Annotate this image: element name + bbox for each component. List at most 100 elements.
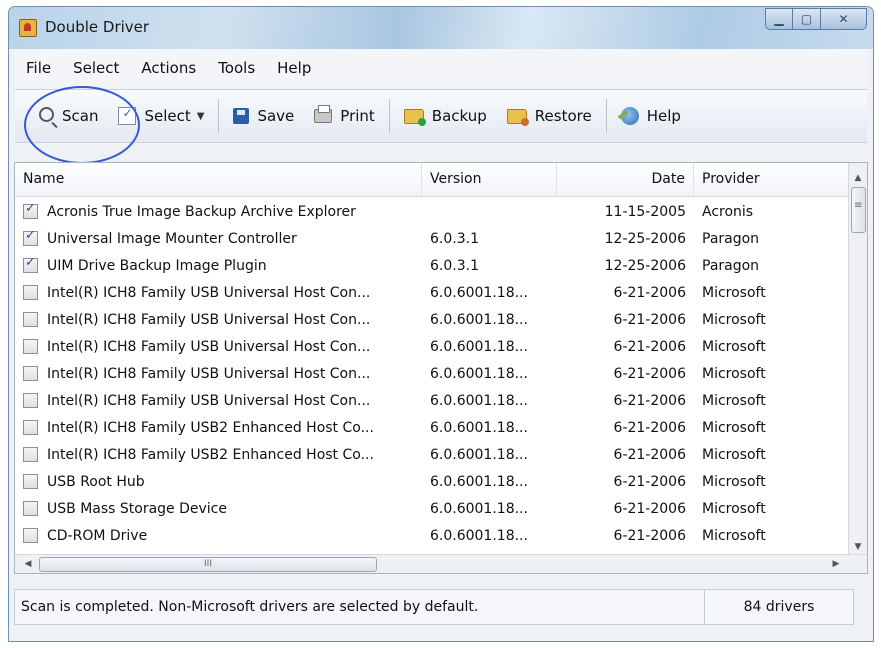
row-checkbox[interactable] — [23, 231, 38, 246]
cell-name: Acronis True Image Backup Archive Explor… — [15, 204, 422, 220]
table-row[interactable]: Intel(R) ICH8 Family USB Universal Host … — [15, 279, 850, 306]
driver-version: 6.0.6001.18... — [430, 365, 528, 382]
driver-version: 6.0.6001.18... — [430, 473, 528, 490]
driver-version: 6.0.6001.18... — [430, 392, 528, 409]
row-checkbox[interactable] — [23, 339, 38, 354]
driver-list[interactable]: Name Version Date Provider Acronis True … — [14, 162, 868, 574]
driver-version: 6.0.6001.18... — [430, 311, 528, 328]
select-button[interactable]: Select ▼ — [108, 96, 214, 136]
row-checkbox[interactable] — [23, 366, 38, 381]
restore-button[interactable]: Restore — [497, 96, 602, 136]
help-button[interactable]: Help — [611, 96, 691, 136]
row-checkbox[interactable] — [23, 204, 38, 219]
table-row[interactable]: Acronis True Image Backup Archive Explor… — [15, 198, 850, 225]
table-row[interactable]: Intel(R) ICH8 Family USB Universal Host … — [15, 306, 850, 333]
row-checkbox[interactable] — [23, 258, 38, 273]
driver-name: Universal Image Mounter Controller — [47, 230, 297, 247]
cell-name: Intel(R) ICH8 Family USB Universal Host … — [15, 366, 422, 382]
cell-name: USB Mass Storage Device — [15, 501, 422, 517]
driver-name: Intel(R) ICH8 Family USB Universal Host … — [47, 338, 371, 355]
chevron-down-icon: ▼ — [196, 110, 205, 122]
scroll-up-icon[interactable]: ▲ — [849, 169, 867, 187]
vertical-scrollbar[interactable]: ▲ ▼ — [848, 163, 867, 556]
window-title: Double Driver — [45, 18, 150, 36]
print-label: Print — [340, 107, 375, 125]
list-rows: Acronis True Image Backup Archive Explor… — [15, 198, 850, 573]
search-icon — [39, 106, 54, 122]
toolbar: Scan Select ▼ Save Print Backup Restore … — [15, 89, 867, 143]
column-header-version[interactable]: Version — [422, 163, 557, 196]
cell-name: Universal Image Mounter Controller — [15, 231, 422, 247]
status-message: Scan is completed. Non-Microsoft drivers… — [14, 589, 705, 625]
driver-count: 84 drivers — [705, 589, 854, 625]
menu-tools[interactable]: Tools — [207, 59, 266, 77]
scan-button[interactable]: Scan — [29, 96, 108, 136]
driver-provider: Acronis — [702, 203, 754, 220]
row-checkbox[interactable] — [23, 528, 38, 543]
menu-actions[interactable]: Actions — [130, 59, 207, 77]
row-checkbox[interactable] — [23, 447, 38, 462]
driver-date: 6-21-2006 — [613, 419, 686, 436]
cell-name: USB Root Hub — [15, 474, 422, 490]
driver-name: Intel(R) ICH8 Family USB2 Enhanced Host … — [47, 419, 374, 436]
table-row[interactable]: UIM Drive Backup Image Plugin 6.0.3.1 12-2… — [15, 252, 850, 279]
vertical-scroll-thumb[interactable] — [851, 187, 866, 233]
table-row[interactable]: USB Mass Storage Device 6.0.6001.18... 6-2… — [15, 495, 850, 522]
scroll-right-icon[interactable]: ▶ — [827, 555, 845, 573]
driver-date: 11-15-2005 — [604, 203, 686, 220]
list-header: Name Version Date Provider — [15, 163, 850, 197]
driver-date: 6-21-2006 — [613, 284, 686, 301]
driver-provider: Microsoft — [702, 338, 766, 355]
table-row[interactable]: Intel(R) ICH8 Family USB2 Enhanced Host … — [15, 441, 850, 468]
horizontal-scrollbar[interactable]: ◀ III ▶ — [15, 554, 867, 573]
row-checkbox[interactable] — [23, 474, 38, 489]
driver-name: CD-ROM Drive — [47, 527, 148, 544]
scroll-left-icon[interactable]: ◀ — [19, 555, 37, 573]
row-checkbox[interactable] — [23, 285, 38, 300]
table-row[interactable]: CD-ROM Drive 6.0.6001.18... 6-21-2006 Micro… — [15, 522, 850, 549]
table-row[interactable]: Intel(R) ICH8 Family USB Universal Host … — [15, 360, 850, 387]
driver-version: 6.0.6001.18... — [430, 527, 528, 544]
driver-provider: Paragon — [702, 230, 760, 247]
print-button[interactable]: Print — [304, 96, 385, 136]
row-checkbox[interactable] — [23, 420, 38, 435]
column-header-date[interactable]: Date — [557, 163, 694, 196]
toolbar-separator — [218, 99, 220, 133]
menu-file[interactable]: File — [15, 59, 62, 77]
save-button[interactable]: Save — [223, 96, 304, 136]
select-label: Select — [144, 107, 191, 125]
column-header-provider[interactable]: Provider — [694, 163, 850, 196]
menu-select[interactable]: Select — [62, 59, 130, 77]
column-header-name[interactable]: Name — [15, 163, 422, 196]
restore-folder-icon — [506, 108, 529, 126]
maximize-icon: ▢ — [800, 12, 813, 26]
driver-date: 6-21-2006 — [613, 527, 686, 544]
row-checkbox[interactable] — [23, 393, 38, 408]
backup-button[interactable]: Backup — [394, 96, 497, 136]
driver-name: Intel(R) ICH8 Family USB Universal Host … — [47, 365, 371, 382]
minimize-button[interactable]: ▁ — [765, 8, 793, 30]
menu-help[interactable]: Help — [266, 59, 322, 77]
table-row[interactable]: Universal Image Mounter Controller 6.0.3.… — [15, 225, 850, 252]
driver-date: 6-21-2006 — [613, 392, 686, 409]
resize-grip-icon[interactable] — [854, 590, 868, 624]
title-bar[interactable]: Double Driver ▁ ▢ ✕ — [9, 7, 873, 49]
close-button[interactable]: ✕ — [821, 8, 867, 30]
driver-provider: Microsoft — [702, 311, 766, 328]
table-row[interactable]: USB Root Hub 6.0.6001.18... 6-21-2006 Micro… — [15, 468, 850, 495]
cell-name: Intel(R) ICH8 Family USB Universal Host … — [15, 339, 422, 355]
menu-bar: File Select Actions Tools Help — [15, 49, 867, 87]
table-row[interactable]: Intel(R) ICH8 Family USB Universal Host … — [15, 333, 850, 360]
row-checkbox[interactable] — [23, 501, 38, 516]
row-checkbox[interactable] — [23, 312, 38, 327]
table-row[interactable]: Intel(R) ICH8 Family USB2 Enhanced Host … — [15, 414, 850, 441]
driver-name: Intel(R) ICH8 Family USB Universal Host … — [47, 311, 371, 328]
status-bar: Scan is completed. Non-Microsoft drivers… — [14, 578, 868, 636]
horizontal-scroll-thumb[interactable]: III — [39, 557, 377, 572]
driver-provider: Microsoft — [702, 284, 766, 301]
toolbar-separator — [605, 99, 607, 133]
table-row[interactable]: Intel(R) ICH8 Family USB Universal Host … — [15, 387, 850, 414]
maximize-button[interactable]: ▢ — [793, 8, 821, 30]
app-icon — [19, 19, 37, 37]
driver-version: 6.0.3.1 — [430, 230, 479, 247]
